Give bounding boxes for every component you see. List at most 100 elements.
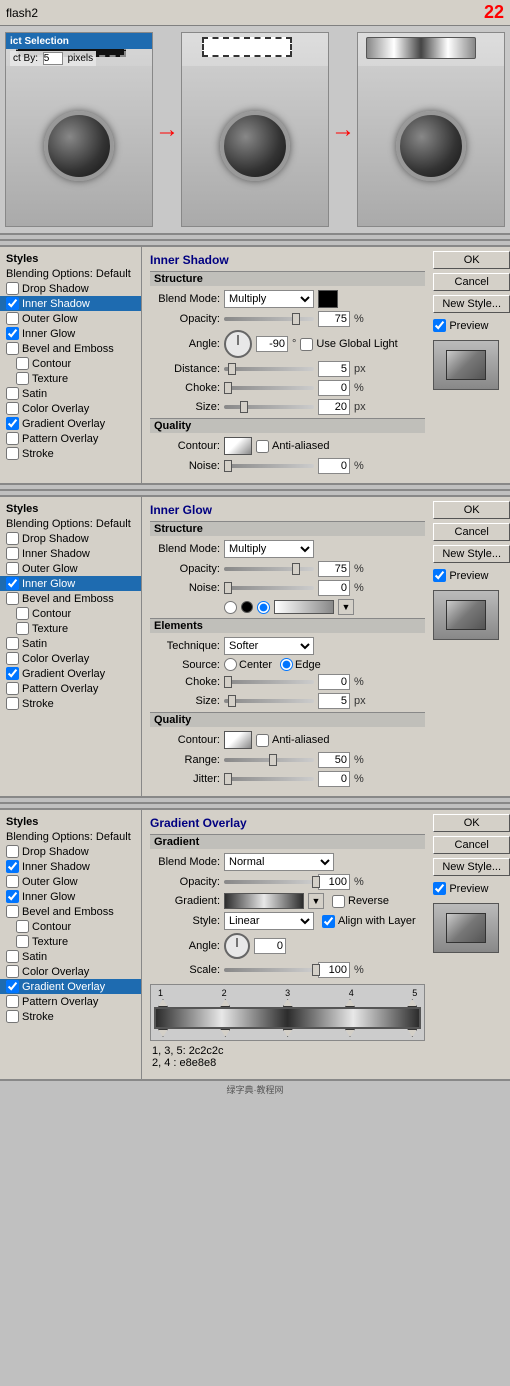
noise-slider-1[interactable] bbox=[224, 464, 314, 468]
stop-marker-bot-2[interactable] bbox=[220, 1029, 230, 1037]
pixels-input[interactable] bbox=[43, 52, 63, 65]
pattern-overlay-check-1[interactable] bbox=[6, 432, 19, 445]
choke-input-2[interactable] bbox=[318, 674, 350, 690]
preview-row-3[interactable]: Preview bbox=[433, 882, 510, 895]
blending-options-3[interactable]: Blending Options: Default bbox=[0, 830, 141, 844]
style-select-3[interactable]: Linear bbox=[224, 912, 314, 930]
blend-color-swatch-1[interactable] bbox=[318, 290, 338, 308]
noise-input-2[interactable] bbox=[318, 580, 350, 596]
choke-input-1[interactable] bbox=[318, 380, 350, 396]
ok-button-1[interactable]: OK bbox=[433, 251, 510, 269]
outer-glow-check-3[interactable] bbox=[6, 875, 19, 888]
stroke-check-1[interactable] bbox=[6, 447, 19, 460]
blend-mode-select-3[interactable]: Normal bbox=[224, 853, 334, 871]
style-inner-shadow-1[interactable]: Inner Shadow bbox=[0, 296, 141, 311]
source-edge-2[interactable]: Edge bbox=[280, 658, 321, 671]
stop-marker-bot-5[interactable] bbox=[407, 1029, 417, 1037]
ok-button-3[interactable]: OK bbox=[433, 814, 510, 832]
distance-input-1[interactable] bbox=[318, 361, 350, 377]
new-style-button-2[interactable]: New Style... bbox=[433, 545, 510, 563]
style-inner-glow-2[interactable]: Inner Glow bbox=[0, 576, 141, 591]
preview-row-1[interactable]: Preview bbox=[433, 319, 510, 332]
opacity-slider-2[interactable] bbox=[224, 567, 314, 571]
bevel-emboss-check-3[interactable] bbox=[6, 905, 19, 918]
noise-input-1[interactable] bbox=[318, 458, 350, 474]
choke-slider-2[interactable] bbox=[224, 680, 314, 684]
outer-glow-check-2[interactable] bbox=[6, 562, 19, 575]
style-gradient-overlay-2[interactable]: Gradient Overlay bbox=[0, 666, 141, 681]
choke-slider-1[interactable] bbox=[224, 386, 314, 390]
style-texture-2[interactable]: Texture bbox=[0, 621, 141, 636]
pattern-overlay-check-2[interactable] bbox=[6, 682, 19, 695]
style-outer-glow-1[interactable]: Outer Glow bbox=[0, 311, 141, 326]
style-satin-1[interactable]: Satin bbox=[0, 386, 141, 401]
opacity-slider-1[interactable] bbox=[224, 317, 314, 321]
stop-marker-top-3[interactable] bbox=[283, 999, 293, 1007]
opacity-input-3[interactable] bbox=[318, 874, 350, 890]
anti-aliased-row-1[interactable]: Anti-aliased bbox=[256, 440, 329, 453]
style-contour-1[interactable]: Contour bbox=[0, 356, 141, 371]
gradient-preview-swatch[interactable] bbox=[224, 893, 304, 909]
blend-mode-select-1[interactable]: Multiply bbox=[224, 290, 314, 308]
ok-button-2[interactable]: OK bbox=[433, 501, 510, 519]
style-outer-glow-2[interactable]: Outer Glow bbox=[0, 561, 141, 576]
style-inner-glow-1[interactable]: Inner Glow bbox=[0, 326, 141, 341]
style-inner-shadow-2[interactable]: Inner Shadow bbox=[0, 546, 141, 561]
contour-check-3[interactable] bbox=[16, 920, 29, 933]
angle-input-1[interactable] bbox=[256, 336, 288, 352]
stop-marker-bot-3[interactable] bbox=[283, 1029, 293, 1037]
inner-shadow-check-2[interactable] bbox=[6, 547, 19, 560]
gradient-overlay-check-1[interactable] bbox=[6, 417, 19, 430]
style-gradient-overlay-3[interactable]: Gradient Overlay bbox=[0, 979, 141, 994]
global-light-check-1[interactable] bbox=[300, 338, 313, 351]
bevel-emboss-check-2[interactable] bbox=[6, 592, 19, 605]
contour-swatch-2[interactable] bbox=[224, 731, 252, 749]
opacity-input-1[interactable] bbox=[318, 311, 350, 327]
stop-marker-top-1[interactable] bbox=[158, 999, 168, 1007]
style-drop-shadow-3[interactable]: Drop Shadow bbox=[0, 844, 141, 859]
style-satin-2[interactable]: Satin bbox=[0, 636, 141, 651]
style-bevel-emboss-2[interactable]: Bevel and Emboss bbox=[0, 591, 141, 606]
contour-swatch-1[interactable] bbox=[224, 437, 252, 455]
opacity-slider-3[interactable] bbox=[224, 880, 314, 884]
angle-dial-1[interactable] bbox=[224, 330, 252, 358]
gradient-overlay-check-2[interactable] bbox=[6, 667, 19, 680]
reverse-row[interactable]: Reverse bbox=[332, 895, 389, 908]
style-contour-2[interactable]: Contour bbox=[0, 606, 141, 621]
cancel-button-3[interactable]: Cancel bbox=[433, 836, 510, 854]
color-overlay-check-3[interactable] bbox=[6, 965, 19, 978]
size-input-2[interactable] bbox=[318, 693, 350, 709]
style-inner-shadow-3[interactable]: Inner Shadow bbox=[0, 859, 141, 874]
angle-dial-3[interactable] bbox=[224, 933, 250, 959]
contour-check-2[interactable] bbox=[16, 607, 29, 620]
preview-check-2[interactable] bbox=[433, 569, 446, 582]
new-style-button-3[interactable]: New Style... bbox=[433, 858, 510, 876]
stop-marker-bot-1[interactable] bbox=[158, 1029, 168, 1037]
align-layer-check[interactable] bbox=[322, 915, 335, 928]
angle-input-3[interactable] bbox=[254, 938, 286, 954]
satin-check-1[interactable] bbox=[6, 387, 19, 400]
bevel-emboss-check-1[interactable] bbox=[6, 342, 19, 355]
range-input-2[interactable] bbox=[318, 752, 350, 768]
jitter-input-2[interactable] bbox=[318, 771, 350, 787]
style-satin-3[interactable]: Satin bbox=[0, 949, 141, 964]
drop-shadow-check-3[interactable] bbox=[6, 845, 19, 858]
preview-check-1[interactable] bbox=[433, 319, 446, 332]
range-slider-2[interactable] bbox=[224, 758, 314, 762]
color-overlay-check-2[interactable] bbox=[6, 652, 19, 665]
style-contour-3[interactable]: Contour bbox=[0, 919, 141, 934]
style-color-overlay-2[interactable]: Color Overlay bbox=[0, 651, 141, 666]
glow-gradient-swatch-2[interactable] bbox=[274, 600, 334, 614]
outer-glow-check-1[interactable] bbox=[6, 312, 19, 325]
scale-input-3[interactable] bbox=[318, 962, 350, 978]
inner-glow-check-3[interactable] bbox=[6, 890, 19, 903]
glow-gradient-radio-2[interactable] bbox=[257, 601, 270, 614]
style-pattern-overlay-3[interactable]: Pattern Overlay bbox=[0, 994, 141, 1009]
style-stroke-1[interactable]: Stroke bbox=[0, 446, 141, 461]
texture-check-3[interactable] bbox=[16, 935, 29, 948]
stroke-check-2[interactable] bbox=[6, 697, 19, 710]
style-color-overlay-3[interactable]: Color Overlay bbox=[0, 964, 141, 979]
cancel-button-2[interactable]: Cancel bbox=[433, 523, 510, 541]
gradient-dropdown-3[interactable]: ▼ bbox=[308, 893, 324, 909]
preview-check-3[interactable] bbox=[433, 882, 446, 895]
